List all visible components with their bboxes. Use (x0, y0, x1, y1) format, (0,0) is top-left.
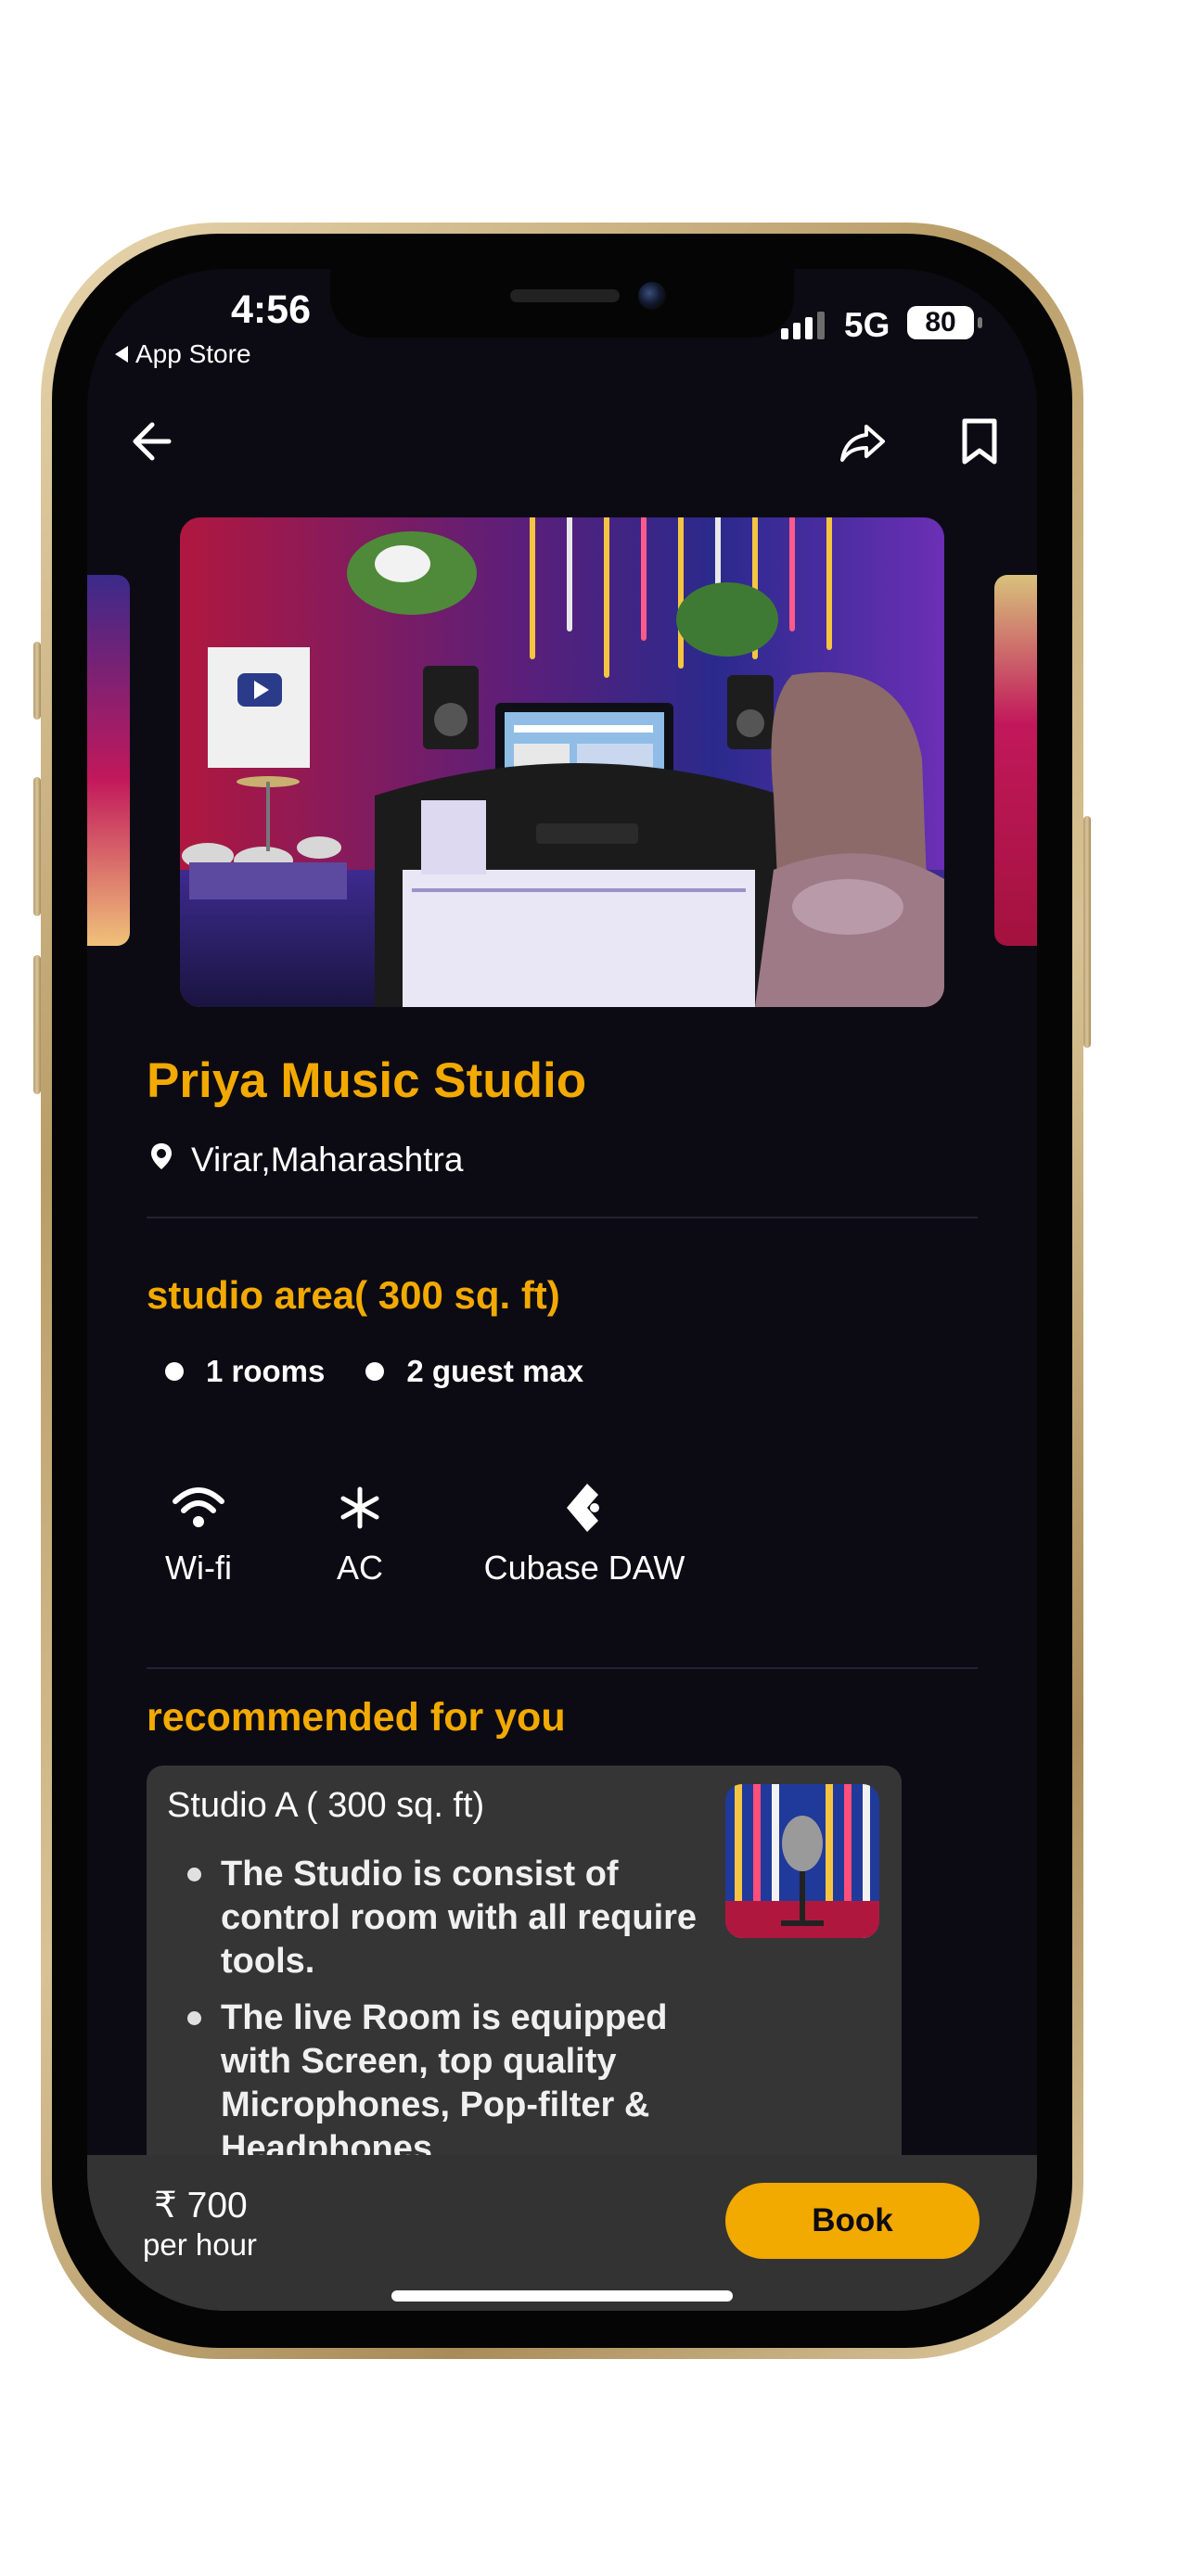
studio-hero-image[interactable] (180, 517, 944, 1007)
guests-label: 2 guest max (406, 1354, 584, 1388)
bullet-dot (365, 1362, 385, 1381)
power-button (1083, 816, 1091, 1048)
location-pin-icon (147, 1141, 176, 1180)
bookmark-icon[interactable] (952, 414, 1007, 469)
carousel-prev-image[interactable] (87, 575, 130, 946)
amenity-label: Cubase DAW (483, 1549, 685, 1587)
status-time: 4:56 (230, 287, 312, 332)
studio-location: Virar,Maharashtra (147, 1141, 463, 1180)
back-to-app-store[interactable]: App Store (115, 339, 251, 369)
rooms-label: 1 rooms (206, 1354, 326, 1388)
location-text: Virar,Maharashtra (191, 1141, 464, 1179)
amenity-cubase: Cubase DAW (464, 1478, 705, 1588)
divider (147, 1217, 978, 1218)
divider (147, 1667, 978, 1669)
studio-name: Priya Music Studio (147, 1053, 587, 1108)
recommended-card-title: Studio A ( 300 sq. ft) (167, 1786, 485, 1825)
studio-area-heading: studio area( 300 sq. ft) (147, 1273, 560, 1317)
home-indicator[interactable] (391, 2290, 733, 2302)
amenity-label: AC (336, 1549, 383, 1587)
recommended-heading: recommended for you (147, 1695, 566, 1740)
battery-icon: 80 (907, 306, 982, 339)
volume-up-button (33, 777, 41, 916)
wifi-icon (134, 1478, 263, 1537)
carousel-next-image[interactable] (994, 575, 1037, 946)
app-screen: 4:56 App Store 5G 80 Priya Music Studio … (87, 269, 1037, 2311)
guests-stat: 2 guest max (365, 1354, 583, 1389)
cellular-signal-icon (781, 312, 825, 339)
price-unit: per hour (143, 2227, 257, 2262)
volume-down-button (33, 955, 41, 1094)
price-amount: ₹ 700 (154, 2186, 248, 2225)
snowflake-icon (314, 1478, 406, 1537)
book-button[interactable]: Book (725, 2183, 980, 2259)
bullet-dot (165, 1362, 184, 1381)
recommended-card-thumbnail (725, 1784, 879, 1938)
list-item: The Studio is consist of control room wi… (167, 1853, 705, 1983)
notch (330, 269, 794, 338)
amenity-wifi: Wi-fi (134, 1478, 263, 1588)
back-to-app-label: App Store (135, 339, 251, 368)
share-icon[interactable] (835, 414, 890, 469)
earpiece-speaker (510, 289, 620, 302)
amenity-ac: AC (314, 1478, 406, 1588)
front-camera (638, 282, 666, 310)
back-arrow-icon[interactable] (124, 414, 180, 469)
studio-stats: 1 rooms 2 guest max (147, 1354, 624, 1389)
list-item: The live Room is equipped with Screen, t… (167, 1996, 705, 2171)
mute-switch (33, 642, 41, 720)
back-triangle-icon (115, 346, 128, 363)
recommended-features-list: The Studio is consist of control room wi… (167, 1853, 705, 2184)
amenity-label: Wi-fi (165, 1549, 232, 1587)
cubase-icon (464, 1478, 705, 1537)
rooms-stat: 1 rooms (147, 1354, 325, 1389)
battery-level: 80 (925, 307, 956, 338)
network-type: 5G (844, 306, 890, 344)
